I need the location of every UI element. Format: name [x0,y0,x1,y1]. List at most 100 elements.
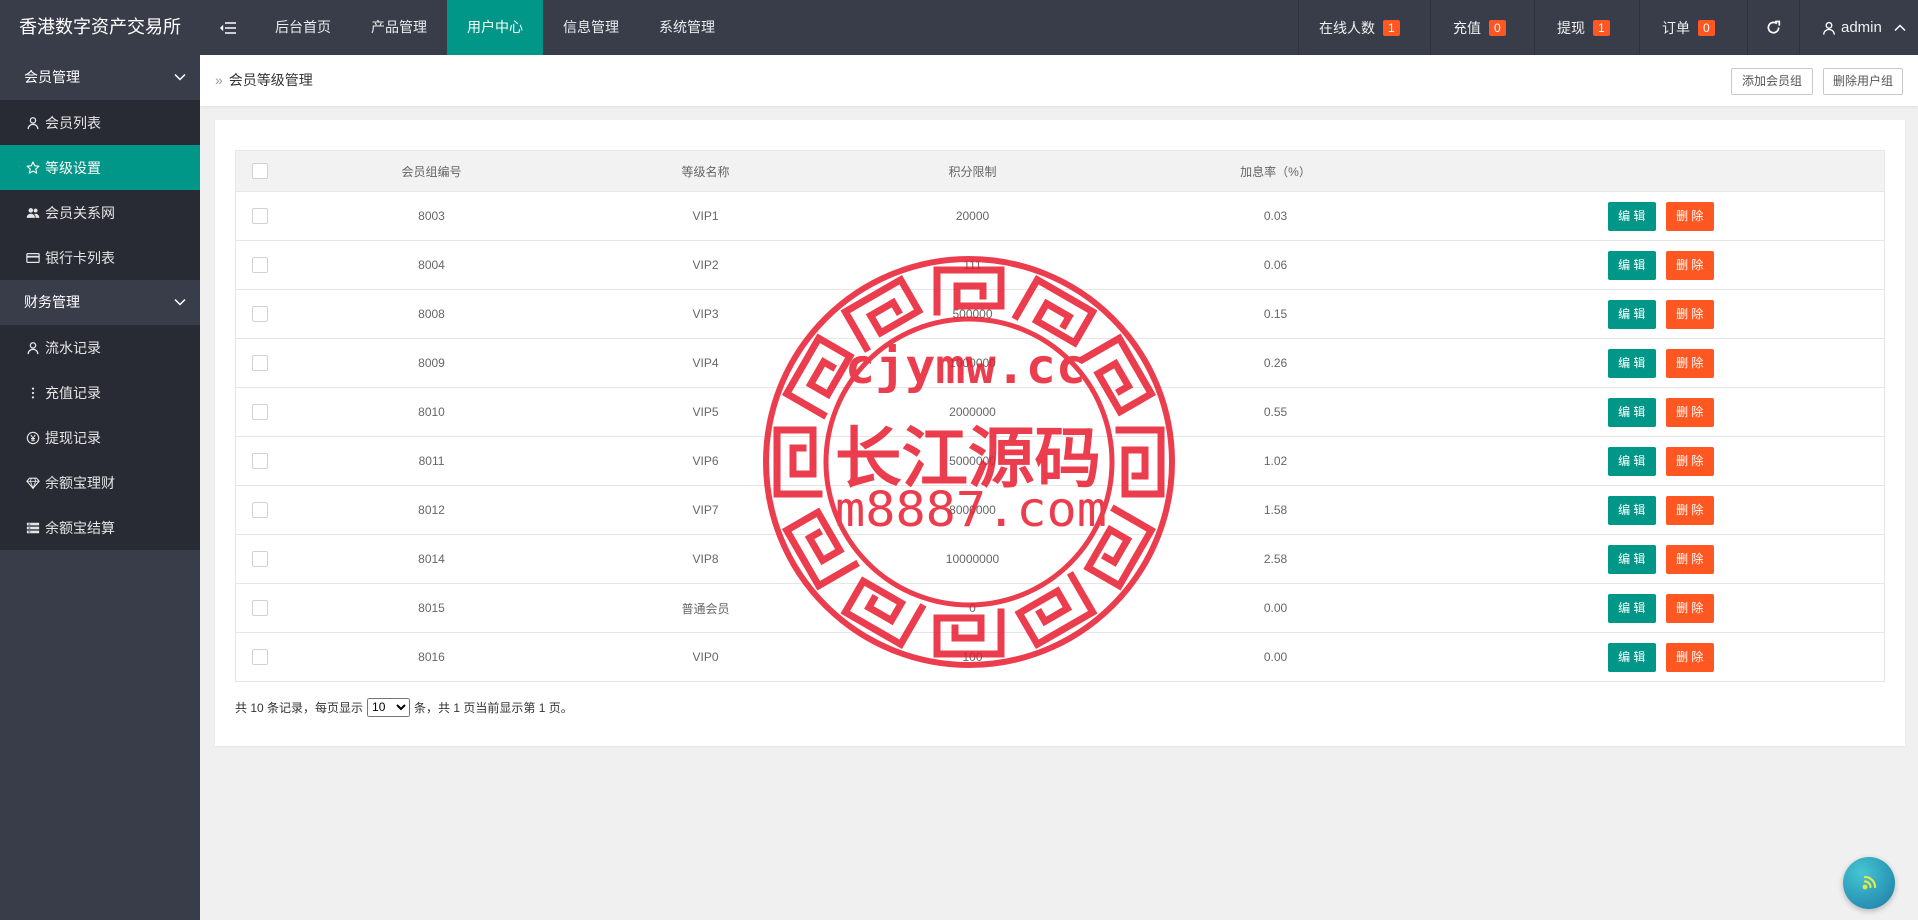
edit-button[interactable]: 编 辑 [1607,250,1656,280]
delete-button[interactable]: 删 除 [1665,642,1714,672]
menu-shrink-icon[interactable] [200,0,255,55]
sidebar-item-recharges[interactable]: 充值记录 [0,370,200,415]
recharge-stat[interactable]: 充值 0 [1430,0,1534,55]
sidebar-group-finance[interactable]: 财务管理 [0,280,200,325]
cell-group-id: 8011 [283,436,580,486]
edit-button[interactable]: 编 辑 [1607,495,1656,525]
sidebar-item-transactions[interactable]: 流水记录 [0,325,200,370]
cell-level-name: VIP6 [579,436,832,486]
sidebar-item-member-network[interactable]: 会员关系网 [0,190,200,235]
sidebar-item-bank-cards[interactable]: 银行卡列表 [0,235,200,280]
table-body: 8003 VIP1 20000 0.03 编 辑删 除 8004 VIP2 111 0.06 编 … [235,191,1885,682]
row-checkbox[interactable] [251,208,268,224]
cell-actions: 编 辑删 除 [1437,534,1885,584]
cell-actions: 编 辑删 除 [1437,191,1885,241]
pagination-total-text: 共 10 条记录，每页显示 [235,700,364,715]
pagination: 共 10 条记录，每页显示 10 条，共 1 页当前显示第 1 页。 [235,697,573,717]
nav-item-products[interactable]: 产品管理 [351,0,447,55]
table-row: 8016 VIP0 100 0.00 编 辑删 除 [235,632,1885,682]
delete-button[interactable]: 删 除 [1665,201,1714,231]
add-member-group-button[interactable]: 添加会员组 [1731,68,1813,95]
delete-button[interactable]: 删 除 [1665,495,1714,525]
yen-circle-icon [26,431,40,445]
sidebar-item-member-list[interactable]: 会员列表 [0,100,200,145]
withdraw-stat[interactable]: 提现 1 [1534,0,1639,55]
row-checkbox[interactable] [251,404,268,420]
user-icon [26,341,40,355]
row-checkbox[interactable] [251,551,268,567]
user-name: admin [1841,19,1882,36]
select-all-checkbox[interactable] [251,163,268,179]
cell-level-name: VIP3 [579,289,832,339]
row-checkbox[interactable] [251,453,268,469]
row-checkbox[interactable] [251,502,268,518]
delete-button[interactable]: 删 除 [1665,544,1714,574]
edit-button[interactable]: 编 辑 [1607,397,1656,427]
cell-interest-rate: 1.02 [1113,436,1438,486]
nav-item-system[interactable]: 系统管理 [639,0,735,55]
floating-assistant-button[interactable] [1843,857,1895,909]
member-level-table: 会员组编号 等级名称 积分限制 加息率（%） 8003 VIP1 20000 0.03… [235,150,1885,682]
sidebar-group-label: 财务管理 [24,294,80,310]
cell-level-name: VIP2 [579,240,832,290]
row-checkbox[interactable] [251,257,268,273]
cell-group-id: 8008 [283,289,580,339]
cell-actions: 编 辑删 除 [1437,289,1885,339]
delete-button[interactable]: 删 除 [1665,250,1714,280]
cell-group-id: 8015 [283,583,580,633]
cell-level-name: VIP4 [579,338,832,388]
edit-button[interactable]: 编 辑 [1607,201,1656,231]
sidebar-item-level-settings[interactable]: 等级设置 [0,145,200,190]
sidebar-item-yuebao-wealth[interactable]: 余额宝理财 [0,460,200,505]
cell-actions: 编 辑删 除 [1437,240,1885,290]
row-checkbox-cell [235,632,284,682]
page-size-select[interactable]: 10 [367,697,411,717]
recharge-label: 充值 [1453,19,1481,36]
online-users-stat[interactable]: 在线人数 1 [1298,0,1430,55]
diamond-icon [26,476,40,490]
table-row: 8010 VIP5 2000000 0.55 编 辑删 除 [235,387,1885,437]
sidebar-item-withdrawals[interactable]: 提现记录 [0,415,200,460]
delete-button[interactable]: 删 除 [1665,397,1714,427]
cell-actions: 编 辑删 除 [1437,632,1885,682]
orders-stat[interactable]: 订单 0 [1639,0,1747,55]
table-row: 8008 VIP3 500000 0.15 编 辑删 除 [235,289,1885,339]
column-header-interest-rate: 加息率（%） [1113,150,1438,192]
edit-button[interactable]: 编 辑 [1607,348,1656,378]
cell-points-limit: 1000000 [831,338,1114,388]
cell-interest-rate: 0.03 [1113,191,1438,241]
delete-button[interactable]: 删 除 [1665,348,1714,378]
breadcrumb-separator: » [215,72,223,88]
row-checkbox[interactable] [251,600,268,616]
cell-group-id: 8009 [283,338,580,388]
table-row: 8009 VIP4 1000000 0.26 编 辑删 除 [235,338,1885,388]
cell-interest-rate: 1.58 [1113,485,1438,535]
sidebar-group-members[interactable]: 会员管理 [0,55,200,100]
edit-button[interactable]: 编 辑 [1607,446,1656,476]
nav-item-messages[interactable]: 信息管理 [543,0,639,55]
page-title[interactable]: 会员等级管理 [229,72,313,88]
edit-button[interactable]: 编 辑 [1607,593,1656,623]
edit-button[interactable]: 编 辑 [1607,642,1656,672]
user-menu[interactable]: admin [1799,0,1918,55]
sidebar-item-yuebao-settlement[interactable]: 余额宝结算 [0,505,200,550]
nav-item-dashboard[interactable]: 后台首页 [255,0,351,55]
refresh-icon[interactable] [1747,0,1799,55]
edit-button[interactable]: 编 辑 [1607,544,1656,574]
top-nav: 后台首页 产品管理 用户中心 信息管理 系统管理 [255,0,735,55]
cell-level-name: VIP8 [579,534,832,584]
delete-button[interactable]: 删 除 [1665,446,1714,476]
row-checkbox[interactable] [251,306,268,322]
delete-button[interactable]: 删 除 [1665,593,1714,623]
content-card: 会员组编号 等级名称 积分限制 加息率（%） 8003 VIP1 20000 0.03… [215,120,1905,746]
row-checkbox[interactable] [251,355,268,371]
delete-user-group-button[interactable]: 删除用户组 [1823,68,1903,95]
nav-item-user-center[interactable]: 用户中心 [447,0,543,55]
edit-button[interactable]: 编 辑 [1607,299,1656,329]
sidebar-item-label: 余额宝结算 [45,519,115,536]
recharge-badge: 0 [1489,19,1506,36]
delete-button[interactable]: 删 除 [1665,299,1714,329]
cell-actions: 编 辑删 除 [1437,436,1885,486]
row-checkbox[interactable] [251,649,268,665]
chevron-down-icon [174,298,186,306]
